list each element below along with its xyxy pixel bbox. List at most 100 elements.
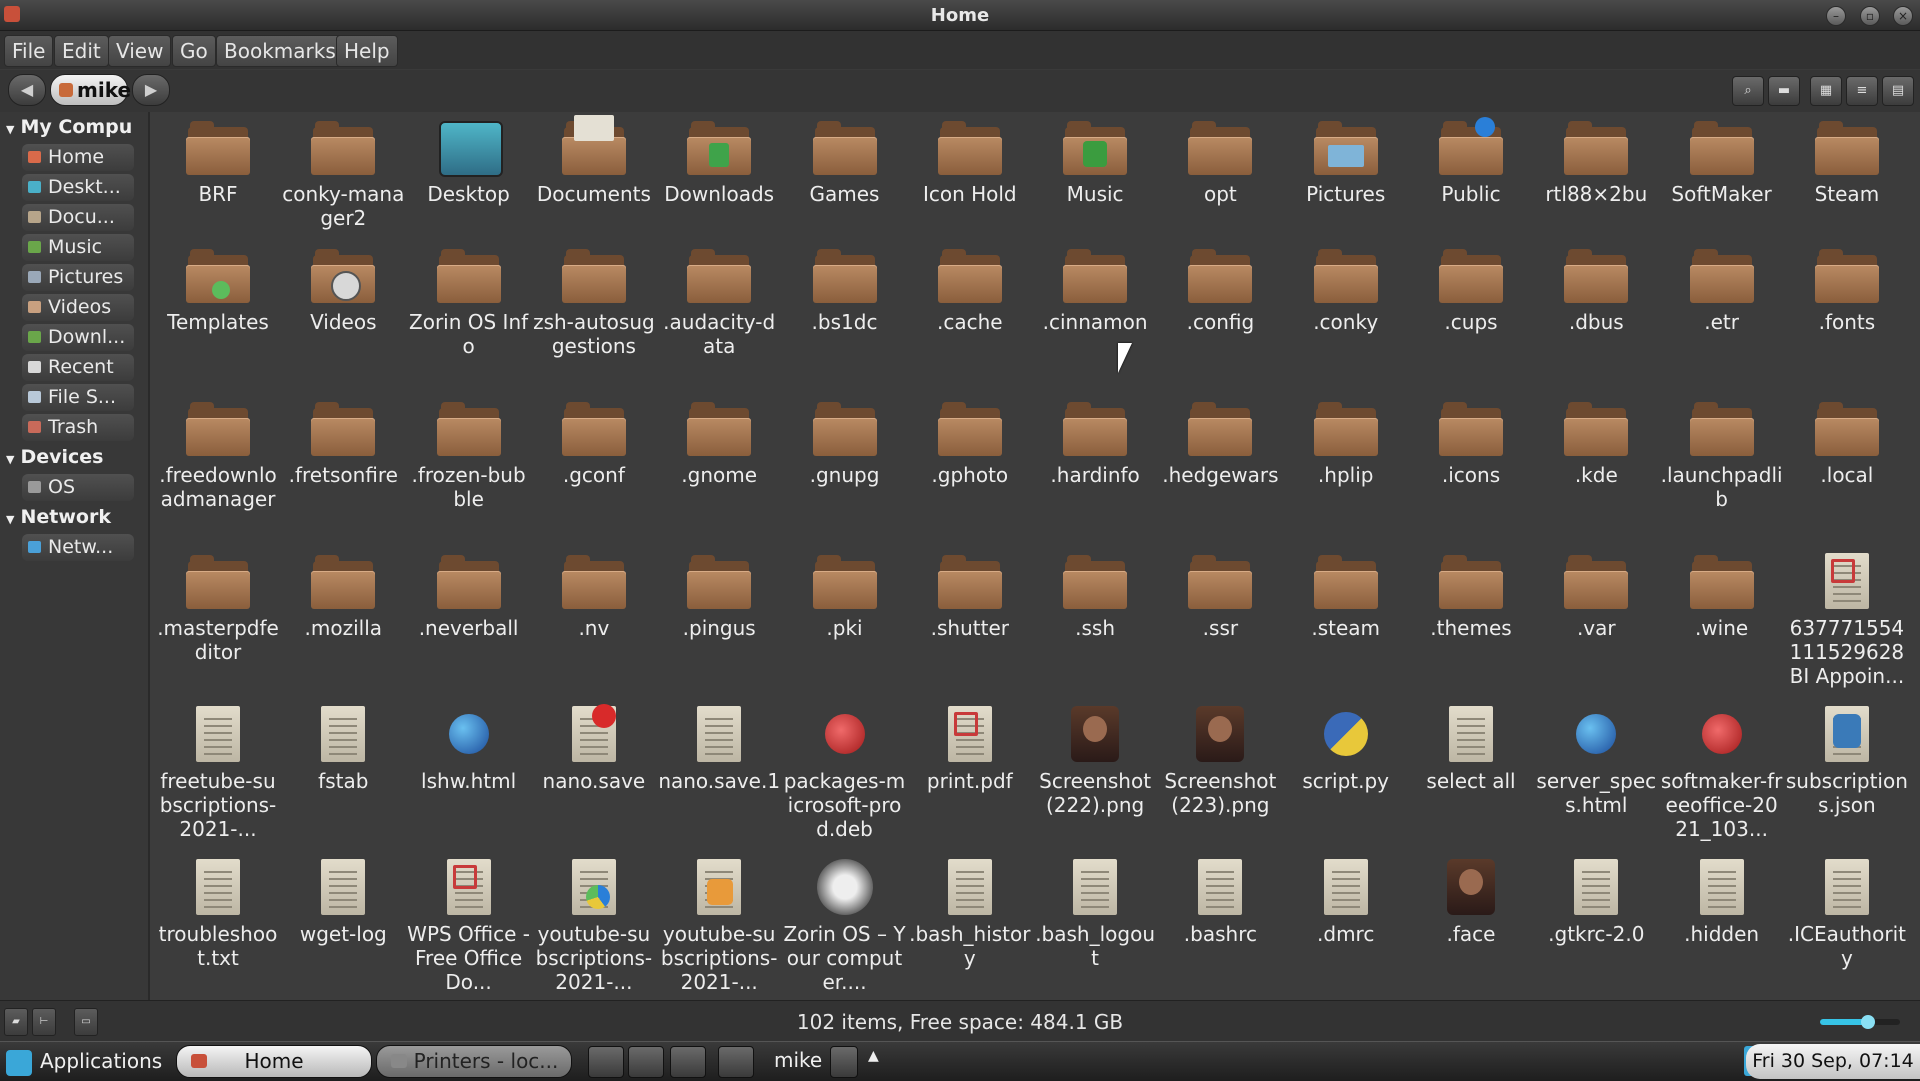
file-icon-view[interactable]: BRF conky-manager2 Desktop Documents Downloa… xyxy=(150,112,1920,1000)
sidebar-item-documents[interactable]: Docu... xyxy=(22,204,134,231)
breadcrumb-home[interactable]: mike xyxy=(50,74,131,106)
file-item[interactable]: BRF xyxy=(156,117,280,206)
sidebar-item-desktop[interactable]: Deskt... xyxy=(22,174,134,201)
file-item[interactable]: .hplip xyxy=(1284,398,1408,487)
file-item[interactable]: .kde xyxy=(1534,398,1658,487)
file-item[interactable]: .ICEauthority xyxy=(1785,857,1909,970)
file-item[interactable]: opt xyxy=(1158,117,1282,206)
file-item[interactable]: .fonts xyxy=(1785,245,1909,334)
file-item[interactable]: Music xyxy=(1033,117,1157,206)
file-item[interactable]: .local xyxy=(1785,398,1909,487)
file-item[interactable]: .etr xyxy=(1660,245,1784,334)
file-item[interactable]: Desktop xyxy=(407,117,531,206)
tray-notes-icon[interactable] xyxy=(830,1046,858,1078)
toggle-location-entry-icon[interactable]: ⌕ xyxy=(1732,76,1764,106)
task-printers[interactable]: Printers - loc... xyxy=(376,1045,572,1078)
sidebar-item-recent[interactable]: Recent xyxy=(22,354,134,381)
file-item[interactable]: .cups xyxy=(1409,245,1533,334)
file-item[interactable]: packages-microsoft-prod.deb xyxy=(783,704,907,841)
applications-menu[interactable]: Applications xyxy=(6,1046,162,1076)
file-item[interactable]: .steam xyxy=(1284,551,1408,640)
file-item[interactable]: rtl88×2bu xyxy=(1534,117,1658,206)
file-item[interactable]: .hidden xyxy=(1660,857,1784,946)
file-item[interactable]: Downloads xyxy=(657,117,781,206)
file-item[interactable]: lshw.html xyxy=(407,704,531,793)
file-item[interactable]: .shutter xyxy=(908,551,1032,640)
forward-button[interactable]: ▶ xyxy=(132,74,170,106)
sidebar-item-downloads[interactable]: Downl... xyxy=(22,324,134,351)
file-item[interactable]: Pictures xyxy=(1284,117,1408,206)
sidebar-section-devices[interactable]: ▼ Devices xyxy=(6,446,103,468)
sidebar-item-music[interactable]: Music xyxy=(22,234,134,261)
file-item[interactable]: .gnome xyxy=(657,398,781,487)
file-item[interactable]: .audacity-data xyxy=(657,245,781,358)
file-item[interactable]: .bash_logout xyxy=(1033,857,1157,970)
sidebar-section-computer[interactable]: ▼ My Compu xyxy=(6,116,132,138)
sidebar-item-home[interactable]: Home xyxy=(22,144,134,171)
file-item[interactable]: .cinnamon xyxy=(1033,245,1157,334)
file-item[interactable]: .hedgewars xyxy=(1158,398,1282,487)
clock[interactable]: Fri 30 Sep, 07:14 xyxy=(1746,1044,1920,1079)
file-item[interactable]: Icon Hold xyxy=(908,117,1032,206)
file-item[interactable]: .wine xyxy=(1660,551,1784,640)
file-item[interactable]: WPS Office - Free Office Do... xyxy=(407,857,531,994)
file-item[interactable]: .launchpadlib xyxy=(1660,398,1784,511)
file-item[interactable]: .ssh xyxy=(1033,551,1157,640)
zoom-slider[interactable] xyxy=(1820,1015,1900,1029)
tray-expand-icon[interactable]: ▲ xyxy=(868,1048,879,1064)
file-item[interactable]: .dbus xyxy=(1534,245,1658,334)
file-item[interactable]: .bs1dc xyxy=(783,245,907,334)
file-item[interactable]: conky-manager2 xyxy=(281,117,405,230)
file-item[interactable]: wget-log xyxy=(281,857,405,946)
close-button[interactable]: × xyxy=(1893,6,1913,26)
open-terminal-icon[interactable]: ▬ xyxy=(1768,76,1800,106)
file-item[interactable]: softmaker-freeoffice-2021_103... xyxy=(1660,704,1784,841)
file-item[interactable]: .dmrc xyxy=(1284,857,1408,946)
file-item[interactable]: .gnupg xyxy=(783,398,907,487)
menu-file[interactable]: File xyxy=(4,35,54,67)
file-item[interactable]: subscriptions.json xyxy=(1785,704,1909,817)
file-item[interactable]: Screenshot (222).png xyxy=(1033,704,1157,817)
file-item[interactable]: server_specs.html xyxy=(1534,704,1658,817)
file-item[interactable]: troubleshoot.txt xyxy=(156,857,280,970)
file-item[interactable]: .ssr xyxy=(1158,551,1282,640)
file-item[interactable]: freetube-subscriptions-2021-... xyxy=(156,704,280,841)
file-item[interactable]: .nv xyxy=(532,551,656,640)
file-item[interactable]: nano.save xyxy=(532,704,656,793)
file-item[interactable]: .cache xyxy=(908,245,1032,334)
file-item[interactable]: .gtkrc-2.0 xyxy=(1534,857,1658,946)
menu-go[interactable]: Go xyxy=(172,35,216,67)
sidebar-section-network[interactable]: ▼ Network xyxy=(6,506,111,528)
task-home[interactable]: Home xyxy=(176,1045,372,1078)
sidebar-item-trash[interactable]: Trash xyxy=(22,414,134,441)
menu-view[interactable]: View xyxy=(108,35,172,67)
file-item[interactable]: 637771554111529628BI Appoin... xyxy=(1785,551,1909,688)
file-item[interactable]: .pingus xyxy=(657,551,781,640)
zoom-slider-knob[interactable] xyxy=(1861,1015,1875,1029)
tray-info-icon[interactable] xyxy=(718,1046,754,1078)
file-item[interactable]: .masterpdfeditor xyxy=(156,551,280,664)
file-item[interactable]: .pki xyxy=(783,551,907,640)
file-item[interactable]: .gphoto xyxy=(908,398,1032,487)
file-item[interactable]: Documents xyxy=(532,115,656,206)
file-item[interactable]: .bashrc xyxy=(1158,857,1282,946)
tray-archive-icon[interactable] xyxy=(670,1046,706,1078)
file-item[interactable]: .icons xyxy=(1409,398,1533,487)
file-item[interactable]: .bash_history xyxy=(908,857,1032,970)
file-item[interactable]: script.py xyxy=(1284,704,1408,793)
file-item[interactable]: .frozen-bubble xyxy=(407,398,531,511)
file-item[interactable]: youtube-subscriptions-2021-... xyxy=(657,857,781,994)
maximize-button[interactable]: ▫ xyxy=(1860,6,1880,26)
compact-view-icon[interactable]: ▤ xyxy=(1882,76,1914,106)
file-item[interactable]: .config xyxy=(1158,245,1282,334)
menu-edit[interactable]: Edit xyxy=(54,35,109,67)
sidebar-item-os[interactable]: OS xyxy=(22,474,134,501)
back-button[interactable]: ◀ xyxy=(8,74,46,106)
icon-view-icon[interactable]: ▦ xyxy=(1810,76,1842,106)
file-item[interactable]: .face xyxy=(1409,857,1533,946)
file-item[interactable]: Games xyxy=(783,117,907,206)
file-item[interactable]: .hardinfo xyxy=(1033,398,1157,487)
file-item[interactable]: .gconf xyxy=(532,398,656,487)
file-item[interactable]: Public xyxy=(1409,117,1533,206)
file-item[interactable]: .var xyxy=(1534,551,1658,640)
